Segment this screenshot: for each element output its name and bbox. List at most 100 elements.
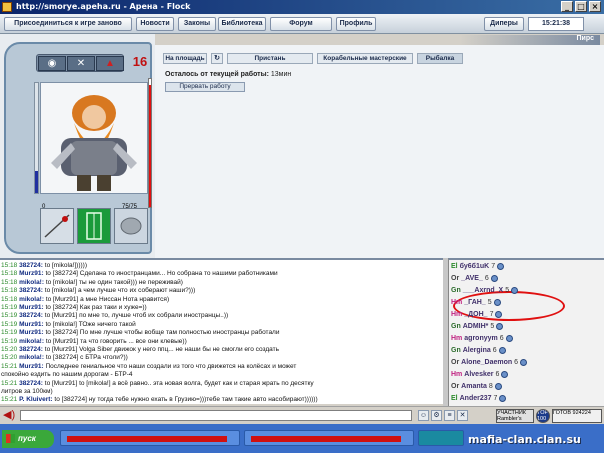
refresh-icon[interactable]: ↻ <box>211 53 223 64</box>
user-info-icon[interactable] <box>495 310 503 318</box>
chat-nick[interactable]: Murz91: <box>19 329 44 336</box>
user-info-icon[interactable] <box>501 370 509 378</box>
rejoin-button[interactable]: Присоединиться к игре заново <box>4 17 132 31</box>
character-portrait[interactable] <box>40 82 148 194</box>
user-info-icon[interactable] <box>496 322 504 330</box>
stop-work-button[interactable]: Прервать работу <box>165 82 245 92</box>
tab-square[interactable]: На площадь <box>163 53 207 64</box>
chat-nick[interactable]: 382724: <box>19 380 43 387</box>
user-name[interactable]: agronyym <box>464 335 497 342</box>
user-name[interactable]: Alvesker <box>464 371 493 378</box>
user-row[interactable]: Hm agronyym 6 <box>451 333 513 345</box>
chat-nick[interactable]: P. Kluivert: <box>19 396 52 403</box>
forum-button[interactable]: Форум <box>270 17 332 31</box>
user-info-icon[interactable] <box>511 286 519 294</box>
user-info-icon[interactable] <box>497 262 505 270</box>
user-row[interactable]: Hm Alvesker 6 <box>451 369 509 381</box>
chat-log[interactable]: 15:18 382724: to [mikola!]))))) 15:18 Mur… <box>0 258 443 404</box>
start-button[interactable]: пуск <box>2 430 54 448</box>
rambler-badge[interactable]: УЧАСТНИК Rambler's <box>496 409 534 423</box>
chat-nick[interactable]: 382724: <box>19 312 43 319</box>
user-name[interactable]: бу6б1uK <box>460 263 490 270</box>
profile-button[interactable]: Профиль <box>336 17 376 31</box>
tray-area <box>418 430 464 446</box>
shield-slot[interactable] <box>114 208 148 244</box>
user-info-icon[interactable] <box>493 298 501 306</box>
user-row[interactable]: Hm _ГАН_ 5 <box>451 297 501 309</box>
chat-nick[interactable]: 382724: <box>19 287 43 294</box>
redacted-mark <box>251 436 401 442</box>
user-row[interactable]: El Ander237 7 <box>451 393 507 405</box>
user-name[interactable]: _ДОН_ <box>464 311 487 318</box>
chat-timestamp: 15:21 <box>1 362 18 370</box>
laws-button[interactable]: Законы <box>178 17 216 31</box>
filter-icon[interactable]: ≡ <box>444 410 455 421</box>
tab-fishing[interactable]: Рыбалка <box>417 53 463 64</box>
counter-badge[interactable]: ГОТОВ 924224 <box>552 409 602 423</box>
user-name[interactable]: ___Axrnd_X <box>463 287 503 294</box>
tab-shipyard[interactable]: Корабельные мастерские <box>317 53 413 64</box>
eye-icon[interactable]: ◉ <box>38 56 66 71</box>
user-name[interactable]: Amanta <box>461 383 487 390</box>
chat-nick[interactable]: mikola!: <box>19 354 44 361</box>
maximize-button[interactable]: □ <box>575 1 587 12</box>
speaker-icon[interactable]: ◀) <box>3 408 17 422</box>
chat-nick[interactable]: Murz91: <box>19 363 44 370</box>
user-info-icon[interactable] <box>494 382 502 390</box>
taskbar-item-1[interactable] <box>60 430 240 446</box>
app-icon <box>2 2 12 12</box>
close-button[interactable]: × <box>589 1 601 12</box>
top100-badge[interactable]: TOP 100 <box>536 409 550 423</box>
user-info-icon[interactable] <box>498 346 506 354</box>
chat-nick[interactable]: 382724: <box>19 346 43 353</box>
armor-slot[interactable] <box>77 208 111 244</box>
weapon-slot[interactable] <box>40 208 74 244</box>
chat-nick[interactable]: 382724: <box>19 262 43 269</box>
chat-input[interactable] <box>20 410 412 421</box>
user-info-icon[interactable] <box>505 334 513 342</box>
chat-nick[interactable]: Murz91: <box>19 304 44 311</box>
window-titlebar[interactable]: http://smorye.apeha.ru - Арена - Flock _… <box>0 0 604 14</box>
user-name[interactable]: ADMIH* <box>463 323 489 330</box>
settings-icon[interactable]: ⚙ <box>431 410 442 421</box>
news-button[interactable]: Новости <box>136 17 174 31</box>
user-row[interactable]: El бу6б1uK 7 <box>451 261 505 273</box>
user-row[interactable]: Gn Alergina 6 <box>451 345 506 357</box>
chat-nick[interactable]: mikola!: <box>19 296 44 303</box>
work-time: 13мин <box>270 71 292 78</box>
minimize-button[interactable]: _ <box>561 1 573 12</box>
tools-icon[interactable]: ✕ <box>67 56 95 71</box>
clear-icon[interactable]: ✕ <box>457 410 468 421</box>
user-name[interactable]: Ander237 <box>460 395 492 402</box>
user-row[interactable]: Gn ADMIH* 5 <box>451 321 504 333</box>
chat-nick[interactable]: mikola!: <box>19 279 44 286</box>
chat-timestamp: 15:18 <box>1 287 18 295</box>
chat-nick[interactable]: mikola!: <box>19 338 44 345</box>
chat-nick[interactable]: Murz91: <box>19 321 44 328</box>
user-row[interactable]: Hm _ДОН_ 7 <box>451 309 503 321</box>
user-row[interactable]: Or Amanta 8 <box>451 381 502 393</box>
user-info-icon[interactable] <box>520 358 528 366</box>
chat-input-bar: ◀) ☺ ⚙ ≡ ✕ УЧАСТНИК Rambler's TOP 100 ГО… <box>0 406 604 424</box>
library-button[interactable]: Библиотека <box>218 17 266 31</box>
user-row[interactable]: Gn ___Axrnd_X 5 <box>451 285 519 297</box>
user-name[interactable]: _ГАН_ <box>464 299 485 306</box>
user-name[interactable]: Alergina <box>463 347 491 354</box>
chat-nick[interactable]: Murz91: <box>19 270 44 277</box>
user-level: 5 <box>490 323 495 330</box>
figure-icon[interactable]: ▲ <box>96 56 124 71</box>
user-name[interactable]: Alone_Daemon <box>461 359 512 366</box>
chat-text: to [mikola!] ТОже ничего такой <box>43 320 136 328</box>
user-row[interactable]: Or _AVE_ 6 <box>451 273 498 285</box>
taskbar-item-2[interactable] <box>244 430 414 446</box>
dipers-button[interactable]: Диперы <box>484 17 524 31</box>
chat-timestamp: 15:21 <box>1 379 18 387</box>
window-title: http://smorye.apeha.ru - Арена - Flock <box>16 2 191 11</box>
tab-pier[interactable]: Пристань <box>227 53 313 64</box>
user-info-icon[interactable] <box>499 394 507 402</box>
user-row[interactable]: Or Alone_Daemon 6 <box>451 357 528 369</box>
user-name[interactable]: _AVE_ <box>461 275 483 282</box>
smiley-icon[interactable]: ☺ <box>418 410 429 421</box>
online-users-list[interactable]: El бу6б1uK 7 Or _AVE_ 6 Gn ___Axrnd_X 5 Hm _ГАН_ 5 H… <box>448 258 604 406</box>
user-info-icon[interactable] <box>490 274 498 282</box>
